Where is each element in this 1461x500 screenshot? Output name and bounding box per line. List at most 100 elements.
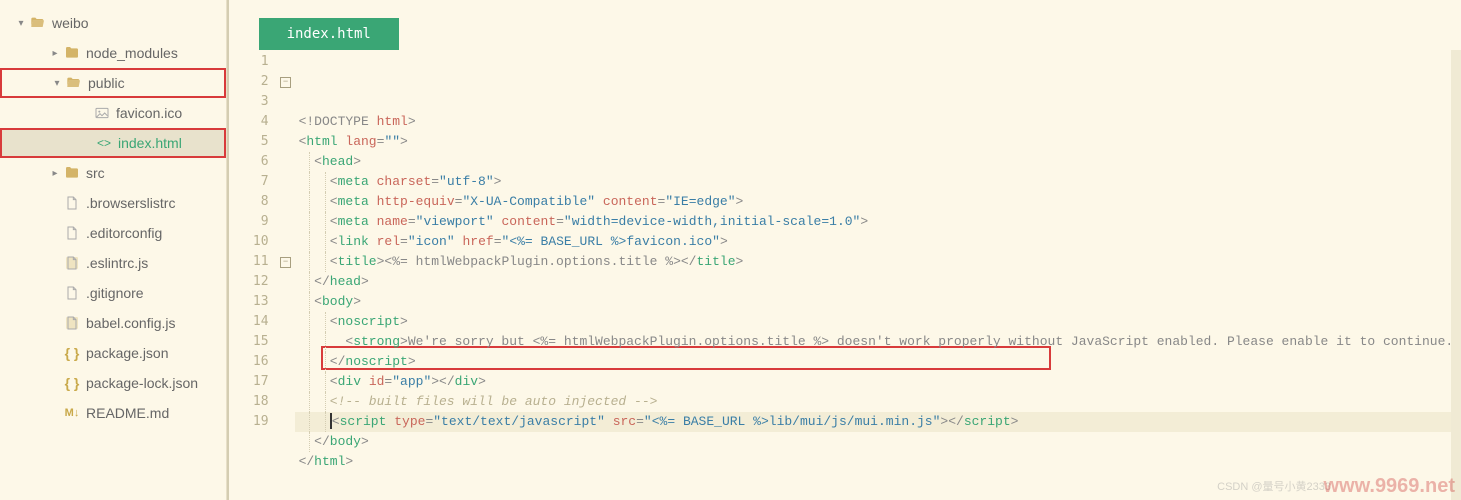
fold-placeholder <box>277 372 295 392</box>
code-line-19[interactable] <box>295 472 1461 492</box>
fold-placeholder <box>277 92 295 112</box>
line-number: 1 <box>229 52 269 72</box>
line-number: 9 <box>229 212 269 232</box>
chevron-right-icon[interactable]: ▸ <box>48 48 62 59</box>
line-number: 19 <box>229 412 269 432</box>
js-file-icon <box>62 255 82 271</box>
fold-placeholder <box>277 232 295 252</box>
fold-toggle-icon[interactable]: − <box>277 252 295 272</box>
js-file-icon <box>62 315 82 331</box>
code-line-6[interactable]: <meta name="viewport" content="width=dev… <box>295 212 1461 232</box>
tree-item--browserslistrc[interactable]: .browserslistrc <box>0 188 226 218</box>
tree-label: favicon.ico <box>116 105 182 121</box>
tree-item--eslintrc-js[interactable]: .eslintrc.js <box>0 248 226 278</box>
scrollbar-track[interactable] <box>1451 50 1461 500</box>
fold-placeholder <box>277 152 295 172</box>
code-line-4[interactable]: <meta charset="utf-8"> <box>295 172 1461 192</box>
tree-label: package.json <box>86 345 169 361</box>
chevron-right-icon[interactable]: ▸ <box>48 168 62 179</box>
fold-placeholder <box>277 192 295 212</box>
folder-open-icon <box>28 15 48 31</box>
line-number: 15 <box>229 332 269 352</box>
tree-item-babel-config-js[interactable]: babel.config.js <box>0 308 226 338</box>
tree-item--editorconfig[interactable]: .editorconfig <box>0 218 226 248</box>
code-line-7[interactable]: <link rel="icon" href="<%= BASE_URL %>fa… <box>295 232 1461 252</box>
tree-label: public <box>88 75 125 91</box>
tree-item--gitignore[interactable]: .gitignore <box>0 278 226 308</box>
tab-index-html[interactable]: index.html <box>259 18 399 50</box>
tree-label: .editorconfig <box>86 225 162 241</box>
code-line-8[interactable]: <title><%= htmlWebpackPlugin.options.tit… <box>295 252 1461 272</box>
code-line-18[interactable]: </html> <box>295 452 1461 472</box>
line-number: 10 <box>229 232 269 252</box>
tree-label: weibo <box>52 15 89 31</box>
fold-placeholder <box>277 392 295 412</box>
code-content[interactable]: <!DOCTYPE html><html lang=""> <head> <me… <box>295 50 1461 500</box>
fold-placeholder <box>277 272 295 292</box>
line-number: 16 <box>229 352 269 372</box>
code-area[interactable]: 12345678910111213141516171819 −− <!DOCTY… <box>229 50 1461 500</box>
line-number: 13 <box>229 292 269 312</box>
tree-item-readme-md[interactable]: M↓README.md <box>0 398 226 428</box>
code-icon: <> <box>94 136 114 150</box>
tab-bar: index.html <box>229 0 1461 50</box>
tree-label: src <box>86 165 105 181</box>
line-number: 17 <box>229 372 269 392</box>
file-icon <box>62 285 82 301</box>
chevron-down-icon[interactable]: ▾ <box>50 78 64 89</box>
tree-item-package-json[interactable]: { }package.json <box>0 338 226 368</box>
line-number: 8 <box>229 192 269 212</box>
code-line-3[interactable]: <head> <box>295 152 1461 172</box>
code-line-14[interactable]: <div id="app"></div> <box>295 372 1461 392</box>
line-number-gutter: 12345678910111213141516171819 <box>229 50 277 500</box>
line-number: 2 <box>229 72 269 92</box>
tree-root-weibo[interactable]: ▾ weibo <box>0 8 226 38</box>
code-line-2[interactable]: <html lang=""> <box>295 132 1461 152</box>
fold-column: −− <box>277 50 295 500</box>
json-icon: { } <box>62 375 82 391</box>
code-line-11[interactable]: <noscript> <box>295 312 1461 332</box>
fold-placeholder <box>277 172 295 192</box>
fold-placeholder <box>277 412 295 432</box>
line-number: 3 <box>229 92 269 112</box>
tree-label: package-lock.json <box>86 375 198 391</box>
tree-label: node_modules <box>86 45 178 61</box>
fold-placeholder <box>277 212 295 232</box>
fold-placeholder <box>277 52 295 72</box>
fold-placeholder <box>277 312 295 332</box>
tree-item-node-modules[interactable]: ▸ node_modules <box>0 38 226 68</box>
fold-placeholder <box>277 332 295 352</box>
chevron-down-icon[interactable]: ▾ <box>14 18 28 29</box>
code-line-13[interactable]: </noscript> <box>295 352 1461 372</box>
app-root: ▾ weibo ▸ node_modules ▾ public favicon.ico <… <box>0 0 1461 500</box>
code-line-10[interactable]: <body> <box>295 292 1461 312</box>
tree-item-package-lock-json[interactable]: { }package-lock.json <box>0 368 226 398</box>
tree-label: babel.config.js <box>86 315 176 331</box>
line-number: 18 <box>229 392 269 412</box>
code-line-12[interactable]: <strong>We're sorry but <%= htmlWebpackP… <box>295 332 1461 352</box>
code-line-15[interactable]: <!-- built files will be auto injected -… <box>295 392 1461 412</box>
fold-toggle-icon[interactable]: − <box>277 72 295 92</box>
folder-icon <box>62 165 82 181</box>
code-line-9[interactable]: </head> <box>295 272 1461 292</box>
file-icon <box>62 225 82 241</box>
tree-label: index.html <box>118 135 182 151</box>
tree-item-index-html[interactable]: <> index.html <box>0 128 226 158</box>
image-icon <box>92 105 112 121</box>
tree-item-src[interactable]: ▸ src <box>0 158 226 188</box>
line-number: 5 <box>229 132 269 152</box>
code-line-17[interactable]: </body> <box>295 432 1461 452</box>
file-icon <box>62 195 82 211</box>
line-number: 12 <box>229 272 269 292</box>
code-line-16[interactable]: <script type="text/text/javascript" src=… <box>295 412 1461 432</box>
tree-item-public[interactable]: ▾ public <box>0 68 226 98</box>
markdown-icon: M↓ <box>62 407 82 419</box>
tree-item-favicon-ico[interactable]: favicon.ico <box>0 98 226 128</box>
code-line-1[interactable]: <!DOCTYPE html> <box>295 112 1461 132</box>
file-explorer[interactable]: ▾ weibo ▸ node_modules ▾ public favicon.ico <… <box>0 0 227 500</box>
fold-placeholder <box>277 112 295 132</box>
line-number: 11 <box>229 252 269 272</box>
folder-icon <box>62 45 82 61</box>
json-icon: { } <box>62 345 82 361</box>
code-line-5[interactable]: <meta http-equiv="X-UA-Compatible" conte… <box>295 192 1461 212</box>
